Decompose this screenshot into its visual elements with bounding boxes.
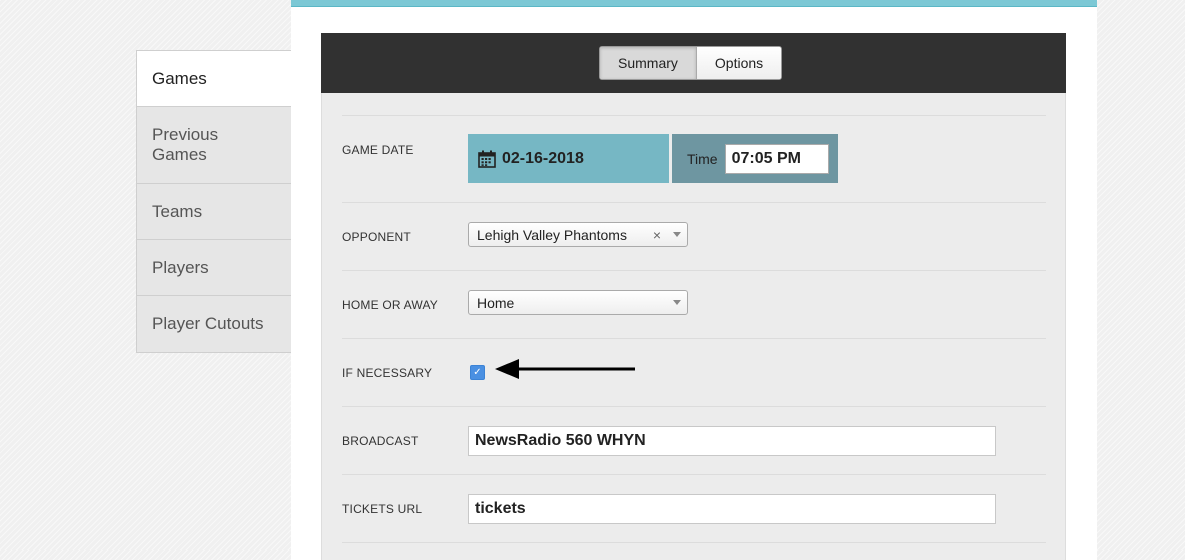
if-necessary-label: IF NECESSARY <box>342 366 433 380</box>
opponent-select[interactable]: Lehigh Valley Phantoms × <box>468 222 688 247</box>
opponent-value: Lehigh Valley Phantoms <box>477 226 627 243</box>
if-necessary-checkbox[interactable]: ✓ <box>470 365 485 380</box>
tickets-url-input[interactable] <box>468 494 996 524</box>
game-date-value: 02-16-2018 <box>502 149 584 167</box>
divider <box>342 270 1046 271</box>
sidebar-nav: Games Previous Games Teams Players Playe… <box>136 50 292 353</box>
time-picker: Time <box>672 134 838 183</box>
date-picker[interactable]: 02-16-2018 <box>468 134 669 183</box>
sidebar-item-label: Teams <box>152 201 203 221</box>
opponent-label: OPPONENT <box>342 230 411 244</box>
clear-icon[interactable]: × <box>653 227 661 243</box>
time-label: Time <box>687 150 718 167</box>
top-accent-bar <box>291 0 1097 7</box>
tickets-url-label: TICKETS URL <box>342 502 423 516</box>
sidebar-item-players[interactable]: Players <box>137 240 291 296</box>
sidebar-item-previous-games[interactable]: Previous Games <box>137 107 291 184</box>
divider <box>342 115 1046 116</box>
tab-options[interactable]: Options <box>696 47 782 79</box>
tab-bar: Summary Options <box>321 33 1066 93</box>
game-date-label: GAME DATE <box>342 143 414 157</box>
sidebar-item-label: Players <box>152 257 209 277</box>
divider <box>342 542 1046 543</box>
chevron-down-icon <box>673 300 681 305</box>
sidebar-item-teams[interactable]: Teams <box>137 184 291 240</box>
divider <box>342 202 1046 203</box>
home-away-value: Home <box>477 294 515 311</box>
sidebar-item-games[interactable]: Games <box>137 51 291 107</box>
game-form: GAME DATE 02-16-2018 Time OPPONENT Leh <box>321 93 1066 560</box>
divider <box>342 406 1046 407</box>
main-panel: Summary Options GAME DATE 02-16-2018 Tim… <box>291 0 1097 560</box>
sidebar-item-player-cutouts[interactable]: Player Cutouts <box>137 296 291 352</box>
sidebar-item-label: Games <box>152 68 207 88</box>
home-away-select[interactable]: Home <box>468 290 688 315</box>
divider <box>342 474 1046 475</box>
divider <box>342 338 1046 339</box>
time-input[interactable] <box>724 143 829 174</box>
arrow-left-icon <box>495 359 635 379</box>
broadcast-input[interactable] <box>468 426 996 456</box>
tab-summary[interactable]: Summary <box>600 47 697 79</box>
broadcast-label: BROADCAST <box>342 434 419 448</box>
home-away-label: HOME OR AWAY <box>342 298 438 312</box>
sidebar-item-label: Player Cutouts <box>152 314 264 333</box>
sidebar-item-label: Previous Games <box>152 125 219 164</box>
calendar-icon <box>478 150 496 168</box>
tab-segmented-control: Summary Options <box>599 46 783 80</box>
chevron-down-icon <box>673 232 681 237</box>
